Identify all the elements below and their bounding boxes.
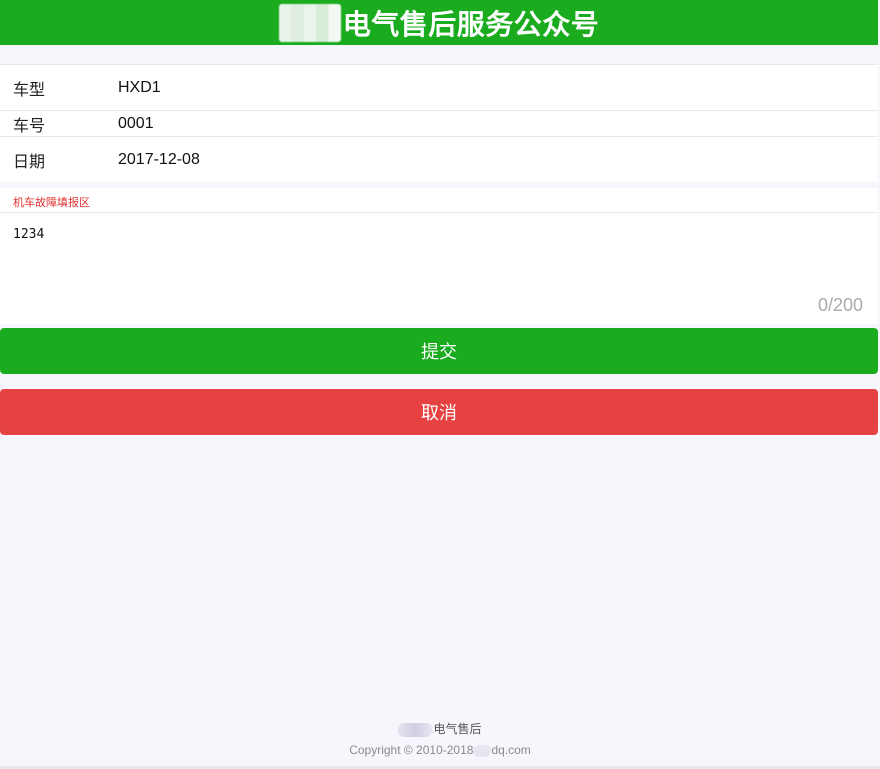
model-value: HXD1 <box>118 78 161 96</box>
copyright-prefix: Copyright © 2010-2018 <box>349 743 474 757</box>
footer-brand-blurred <box>398 722 433 737</box>
number-label: 车号 <box>13 115 46 135</box>
footer-brand: 电气售后 <box>0 720 880 737</box>
footer-brand-text: 电气售后 <box>433 722 482 736</box>
copyright-suffix: dq.com <box>491 743 531 757</box>
info-row-model: 车型 HXD1 <box>0 64 878 110</box>
number-value: 0001 <box>118 114 154 132</box>
cancel-button[interactable]: 取消 <box>0 389 878 435</box>
brand-logo-blurred <box>278 3 341 42</box>
fault-report-label: 机车故障填报区 <box>13 196 90 209</box>
info-row-number: 车号 0001 <box>0 110 878 136</box>
page-title: 电气售后服务公众号 <box>342 7 600 41</box>
info-row-date: 日期 2017-12-08 <box>0 136 878 182</box>
vehicle-info: 车型 HXD1 车号 0001 日期 2017-12-08 <box>0 64 878 182</box>
footer-copyright: Copyright © 2010-2018 dq.com <box>0 743 880 757</box>
fault-report-section: 机车故障填报区 <box>0 188 878 212</box>
fault-report-text: 1234 <box>13 227 45 242</box>
app-header: 电气售后服务公众号 <box>0 0 878 45</box>
submit-button[interactable]: 提交 <box>0 328 878 374</box>
copyright-blurred <box>473 744 492 757</box>
model-label: 车型 <box>13 79 46 99</box>
fault-report-textarea[interactable]: 1234 0/200 <box>0 212 878 324</box>
date-label: 日期 <box>13 151 46 171</box>
char-counter: 0/200 <box>817 295 863 315</box>
date-value: 2017-12-08 <box>118 150 200 168</box>
